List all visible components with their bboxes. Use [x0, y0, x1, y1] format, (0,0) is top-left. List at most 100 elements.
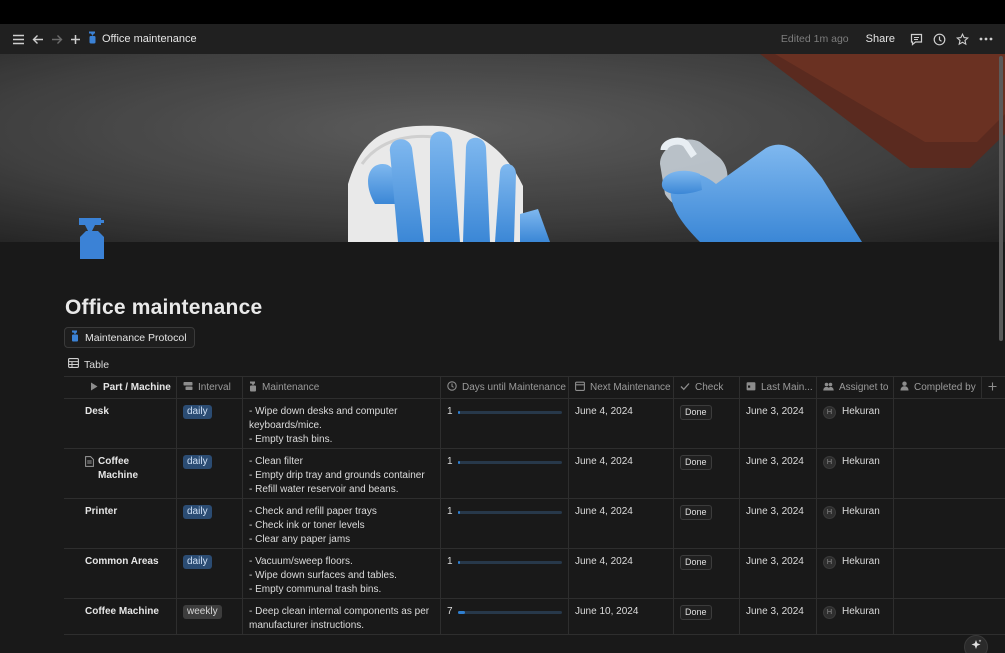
- maintenance-line: - Wipe down surfaces and tables.: [249, 570, 397, 581]
- row-name[interactable]: Common Areas: [64, 549, 177, 598]
- tab-table-view[interactable]: Table: [68, 358, 109, 371]
- menu-icon[interactable]: [9, 29, 28, 49]
- column-header-check[interactable]: Check: [674, 377, 740, 398]
- completed-by-cell[interactable]: [894, 499, 982, 548]
- table-row[interactable]: Coffee Machine daily - Clean filter - Em…: [64, 449, 1005, 499]
- days-progress-bar: [457, 610, 562, 614]
- interval-cell[interactable]: daily: [177, 399, 243, 448]
- done-button[interactable]: Done: [680, 455, 712, 470]
- done-button[interactable]: Done: [680, 505, 712, 520]
- interval-icon: [183, 381, 193, 394]
- column-header-assignee[interactable]: Assignet to: [817, 377, 894, 398]
- spray-bottle-icon[interactable]: [76, 217, 108, 261]
- next-date[interactable]: June 10, 2024: [569, 599, 674, 634]
- breadcrumb[interactable]: Office maintenance: [88, 31, 197, 47]
- days-cell[interactable]: 1: [441, 449, 569, 498]
- row-name[interactable]: Coffee Machine: [64, 599, 177, 634]
- days-progress-bar: [457, 460, 562, 464]
- maintenance-cell[interactable]: - Wipe down desks and computer keyboards…: [243, 399, 441, 448]
- row-name[interactable]: Desk: [64, 399, 177, 448]
- done-button[interactable]: Done: [680, 605, 712, 620]
- clock-icon[interactable]: [928, 29, 951, 49]
- assignee-cell[interactable]: H Hekuran: [817, 449, 894, 498]
- more-icon[interactable]: [974, 29, 997, 49]
- ai-assistant-button[interactable]: [964, 635, 988, 653]
- column-header-completed[interactable]: Completed by: [894, 377, 982, 398]
- interval-cell[interactable]: daily: [177, 499, 243, 548]
- assignee-cell[interactable]: H Hekuran: [817, 599, 894, 634]
- next-date[interactable]: June 4, 2024: [569, 449, 674, 498]
- add-column-button[interactable]: [982, 377, 1005, 398]
- maintenance-line: - Refill water reservoir and beans.: [249, 484, 399, 495]
- column-header-days[interactable]: Days until Maintenance: [441, 377, 569, 398]
- check-cell[interactable]: Done: [674, 449, 740, 498]
- view-tab-label: Table: [84, 358, 110, 371]
- check-cell[interactable]: Done: [674, 399, 740, 448]
- last-date[interactable]: June 3, 2024: [740, 599, 817, 634]
- completed-by-cell[interactable]: [894, 449, 982, 498]
- days-cell[interactable]: 1: [441, 549, 569, 598]
- check-icon: [680, 382, 690, 394]
- interval-cell[interactable]: daily: [177, 549, 243, 598]
- maintenance-line: - Empty drip tray and grounds container: [249, 470, 425, 481]
- interval-cell[interactable]: weekly: [177, 599, 243, 634]
- share-button[interactable]: Share: [862, 31, 899, 47]
- maintenance-cell[interactable]: - Deep clean internal components as per …: [243, 599, 441, 634]
- table-row[interactable]: Common Areas daily - Vacuum/sweep floors…: [64, 549, 1005, 599]
- days-progress-fill: [457, 410, 460, 414]
- last-date[interactable]: June 3, 2024: [740, 549, 817, 598]
- maintenance-cell[interactable]: - Check and refill paper trays - Check i…: [243, 499, 441, 548]
- table-row[interactable]: Printer daily - Check and refill paper t…: [64, 499, 1005, 549]
- last-date[interactable]: June 3, 2024: [740, 449, 817, 498]
- days-value: 1: [447, 456, 453, 467]
- maintenance-line: - Check and refill paper trays: [249, 506, 377, 517]
- interval-tag: daily: [183, 405, 212, 419]
- completed-by-cell[interactable]: [894, 549, 982, 598]
- completed-by-cell[interactable]: [894, 399, 982, 448]
- maintenance-cell[interactable]: - Clean filter - Empty drip tray and gro…: [243, 449, 441, 498]
- next-date[interactable]: June 4, 2024: [569, 499, 674, 548]
- done-button[interactable]: Done: [680, 555, 712, 570]
- table-row[interactable]: Desk daily - Wipe down desks and compute…: [64, 399, 1005, 449]
- comment-icon[interactable]: [905, 29, 928, 49]
- next-date[interactable]: June 4, 2024: [569, 549, 674, 598]
- days-cell[interactable]: 1: [441, 499, 569, 548]
- plus-icon[interactable]: [66, 29, 85, 49]
- check-cell[interactable]: Done: [674, 549, 740, 598]
- row-name[interactable]: Printer: [64, 499, 177, 548]
- table-row[interactable]: Coffee Machine weekly - Deep clean inter…: [64, 599, 1005, 635]
- avatar: H: [823, 505, 836, 519]
- calendar-icon: [575, 381, 585, 394]
- next-date[interactable]: June 4, 2024: [569, 399, 674, 448]
- done-button[interactable]: Done: [680, 405, 712, 420]
- days-cell[interactable]: 1: [441, 399, 569, 448]
- completed-by-cell[interactable]: [894, 599, 982, 634]
- row-name-cell[interactable]: Coffee Machine: [64, 449, 177, 498]
- interval-cell[interactable]: daily: [177, 449, 243, 498]
- column-header-maintenance[interactable]: Maintenance: [243, 377, 441, 398]
- last-date[interactable]: June 3, 2024: [740, 499, 817, 548]
- maintenance-cell[interactable]: - Vacuum/sweep floors. - Wipe down surfa…: [243, 549, 441, 598]
- star-icon[interactable]: [951, 29, 974, 49]
- page-title[interactable]: Office maintenance: [65, 296, 262, 320]
- column-header-last[interactable]: Last Main...: [740, 377, 817, 398]
- row-name: Coffee Machine: [98, 456, 139, 481]
- scrollbar-thumb[interactable]: [999, 56, 1003, 341]
- last-date[interactable]: June 3, 2024: [740, 399, 817, 448]
- avatar: H: [823, 405, 836, 419]
- forward-arrow-icon[interactable]: [47, 29, 66, 49]
- check-cell[interactable]: Done: [674, 599, 740, 634]
- days-progress-fill: [457, 460, 460, 464]
- column-header-next[interactable]: Next Maintenance: [569, 377, 674, 398]
- check-cell[interactable]: Done: [674, 499, 740, 548]
- column-header-interval[interactable]: Interval: [177, 377, 243, 398]
- column-header-part[interactable]: Part / Machine: [64, 377, 177, 398]
- linked-page-maintenance-protocol[interactable]: Maintenance Protocol: [64, 327, 195, 348]
- days-value: 7: [447, 606, 453, 617]
- assignee-cell[interactable]: H Hekuran: [817, 399, 894, 448]
- back-arrow-icon[interactable]: [28, 29, 47, 49]
- days-progress-bar: [457, 560, 562, 564]
- assignee-cell[interactable]: H Hekuran: [817, 549, 894, 598]
- assignee-cell[interactable]: H Hekuran: [817, 499, 894, 548]
- days-cell[interactable]: 7: [441, 599, 569, 634]
